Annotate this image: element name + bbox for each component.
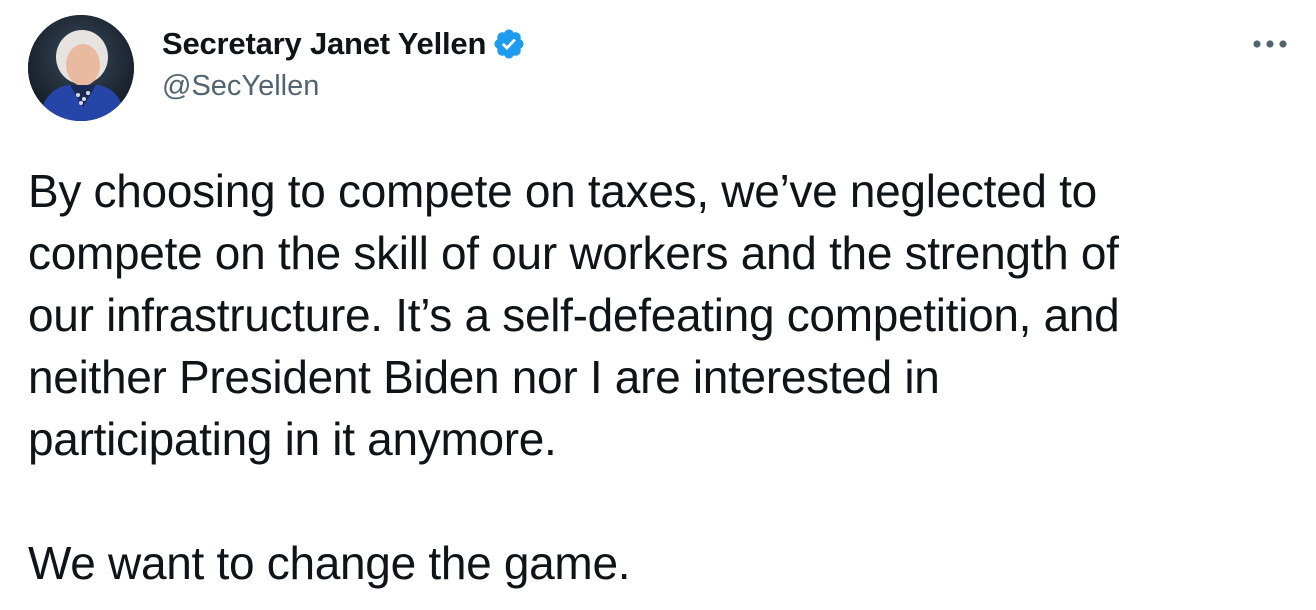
more-options-button[interactable] (1250, 30, 1290, 58)
tweet: Secretary Janet Yellen @SecYellen By cho… (0, 0, 1316, 610)
tweet-text: By choosing to compete on taxes, we’ve n… (28, 165, 1120, 589)
verified-badge-icon (492, 27, 526, 61)
more-horizontal-icon (1253, 40, 1287, 48)
author-name-row: Secretary Janet Yellen (162, 24, 526, 64)
author-handle[interactable]: @SecYellen (162, 70, 526, 103)
author-block: Secretary Janet Yellen @SecYellen (162, 24, 526, 103)
author-display-name[interactable]: Secretary Janet Yellen (162, 26, 486, 62)
profile-photo (28, 15, 134, 121)
author-avatar[interactable] (28, 15, 134, 121)
